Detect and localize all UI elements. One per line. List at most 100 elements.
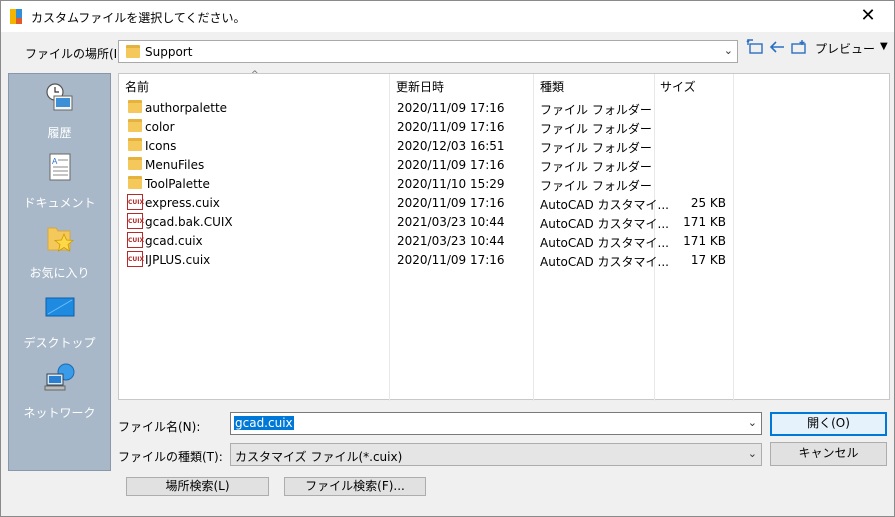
preview-button[interactable]: プレビュー bbox=[815, 40, 875, 57]
locate-button[interactable]: 場所検索(L) bbox=[126, 477, 269, 496]
file-list[interactable]: ^ 名前 更新日時 種類 サイズ authorpalette 2020/11/09… bbox=[118, 70, 890, 401]
table-row[interactable]: CUIX gcad.bak.CUIX 2021/03/23 10:44 AutoCAD… bbox=[119, 212, 889, 231]
file-name: gcad.cuix bbox=[145, 234, 203, 248]
folder-icon bbox=[126, 45, 140, 58]
folder-icon bbox=[128, 100, 142, 115]
file-size: 25 KB bbox=[690, 196, 726, 210]
table-row[interactable]: Icons 2020/12/03 16:51 ファイル フォルダー bbox=[119, 136, 889, 155]
cuix-file-icon: CUIX bbox=[127, 194, 144, 210]
look-in-value: Support bbox=[145, 45, 193, 59]
column-header-name[interactable]: ^ 名前 bbox=[119, 70, 389, 97]
file-type: ファイル フォルダー bbox=[540, 141, 652, 155]
find-file-button[interactable]: ファイル検索(F)... bbox=[284, 477, 426, 496]
folder-icon bbox=[128, 119, 142, 134]
file-name-label: ファイル名(N): bbox=[118, 420, 201, 434]
places-bar: 履歴 A ドキュメント お気に入り デスクトップ ネットワーク bbox=[8, 73, 111, 471]
file-type: ファイル フォルダー bbox=[540, 160, 652, 174]
file-name-value: gcad.cuix bbox=[234, 416, 294, 430]
file-modified: 2020/11/09 17:16 bbox=[397, 253, 505, 267]
file-name: color bbox=[145, 120, 175, 134]
table-row[interactable]: CUIX express.cuix 2020/11/09 17:16 AutoCAD … bbox=[119, 193, 889, 212]
file-modified: 2020/12/03 16:51 bbox=[397, 139, 505, 153]
folder-icon bbox=[128, 138, 142, 153]
column-header-size[interactable]: サイズ bbox=[654, 74, 733, 97]
title-bar: カスタムファイルを選択してください。 ✕ bbox=[1, 1, 894, 32]
file-type-label: ファイルの種類(T): bbox=[118, 450, 223, 464]
place-label: ネットワーク bbox=[23, 406, 96, 420]
file-modified: 2021/03/23 10:44 bbox=[397, 234, 505, 248]
preview-dropdown-icon[interactable]: ▼ bbox=[880, 41, 888, 52]
look-in-combo[interactable]: Support ⌄ bbox=[118, 40, 738, 63]
table-row[interactable]: color 2020/11/09 17:16 ファイル フォルダー bbox=[119, 117, 889, 136]
file-name: Icons bbox=[145, 139, 177, 153]
table-row[interactable]: CUIX IJPLUS.cuix 2020/11/09 17:16 AutoCAD カ… bbox=[119, 250, 889, 269]
new-folder-icon bbox=[791, 40, 806, 54]
svg-text:A: A bbox=[52, 157, 58, 166]
sort-ascending-icon: ^ bbox=[251, 70, 259, 80]
up-folder-icon bbox=[746, 38, 763, 54]
place-desktop[interactable]: デスクトップ bbox=[9, 292, 110, 351]
place-label: デスクトップ bbox=[23, 336, 96, 350]
file-dialog-window: カスタムファイルを選択してください。 ✕ ファイルの場所(I): Support… bbox=[0, 0, 895, 517]
file-name-input[interactable]: gcad.cuix ⌄ bbox=[230, 412, 762, 435]
window-title: カスタムファイルを選択してください。 bbox=[31, 11, 246, 25]
chevron-down-icon: ⌄ bbox=[723, 44, 733, 57]
network-icon bbox=[44, 362, 76, 394]
file-type: AutoCAD カスタマイ... bbox=[540, 217, 669, 231]
place-label: 履歴 bbox=[47, 126, 72, 140]
file-type-value: カスタマイズ ファイル(*.cuix) bbox=[235, 450, 403, 464]
table-row[interactable]: ToolPalette 2020/11/10 15:29 ファイル フォルダー bbox=[119, 174, 889, 193]
place-favorites[interactable]: お気に入り bbox=[9, 222, 110, 281]
file-modified: 2020/11/09 17:16 bbox=[397, 158, 505, 172]
file-name: express.cuix bbox=[145, 196, 220, 210]
file-size: 17 KB bbox=[690, 253, 726, 267]
app-icon bbox=[10, 9, 24, 24]
file-modified: 2020/11/10 15:29 bbox=[397, 177, 505, 191]
back-arrow-icon bbox=[769, 41, 784, 53]
place-history[interactable]: 履歴 bbox=[9, 82, 110, 141]
file-name: IJPLUS.cuix bbox=[145, 253, 211, 267]
file-name: MenuFiles bbox=[145, 158, 205, 172]
file-type: AutoCAD カスタマイ... bbox=[540, 198, 669, 212]
file-name: ToolPalette bbox=[145, 177, 210, 191]
chevron-down-icon[interactable]: ⌄ bbox=[748, 416, 757, 429]
table-row[interactable]: authorpalette 2020/11/09 17:16 ファイル フォルダー bbox=[119, 98, 889, 117]
place-network[interactable]: ネットワーク bbox=[9, 362, 110, 421]
place-documents[interactable]: A ドキュメント bbox=[9, 152, 110, 211]
folder-icon bbox=[128, 176, 142, 191]
cuix-file-icon: CUIX bbox=[127, 213, 144, 229]
column-header-modified[interactable]: 更新日時 bbox=[389, 74, 533, 97]
desktop-icon bbox=[44, 292, 76, 324]
documents-icon: A bbox=[44, 152, 76, 184]
chevron-down-icon: ⌄ bbox=[747, 447, 757, 460]
file-size: 171 KB bbox=[683, 234, 726, 248]
cuix-file-icon: CUIX bbox=[127, 251, 144, 267]
file-type: AutoCAD カスタマイ... bbox=[540, 255, 669, 269]
file-modified: 2020/11/09 17:16 bbox=[397, 196, 505, 210]
file-type: ファイル フォルダー bbox=[540, 179, 652, 193]
look-in-label: ファイルの場所(I): bbox=[25, 47, 126, 61]
file-modified: 2021/03/23 10:44 bbox=[397, 215, 505, 229]
cancel-button[interactable]: キャンセル bbox=[770, 442, 887, 466]
file-type: AutoCAD カスタマイ... bbox=[540, 236, 669, 250]
column-header-type[interactable]: 種類 bbox=[533, 74, 654, 97]
place-label: お気に入り bbox=[29, 266, 90, 280]
cuix-file-icon: CUIX bbox=[127, 232, 144, 248]
table-row[interactable]: CUIX gcad.cuix 2021/03/23 10:44 AutoCAD カスタ… bbox=[119, 231, 889, 250]
place-label: ドキュメント bbox=[23, 196, 96, 210]
folder-icon bbox=[128, 157, 142, 172]
file-modified: 2020/11/09 17:16 bbox=[397, 101, 505, 115]
close-button[interactable]: ✕ bbox=[850, 3, 886, 29]
history-icon bbox=[44, 82, 76, 114]
open-button[interactable]: 開く(O) bbox=[770, 412, 887, 436]
file-name: authorpalette bbox=[145, 101, 228, 115]
up-folder-button[interactable] bbox=[744, 38, 766, 61]
back-button[interactable] bbox=[766, 39, 788, 61]
new-folder-button[interactable] bbox=[788, 39, 810, 61]
favorites-icon bbox=[44, 222, 76, 254]
table-row[interactable]: MenuFiles 2020/11/09 17:16 ファイル フォルダー bbox=[119, 155, 889, 174]
file-type: ファイル フォルダー bbox=[540, 103, 652, 117]
file-type-select[interactable]: カスタマイズ ファイル(*.cuix) ⌄ bbox=[230, 443, 762, 466]
file-type: ファイル フォルダー bbox=[540, 122, 652, 136]
file-name: gcad.bak.CUIX bbox=[145, 215, 233, 229]
